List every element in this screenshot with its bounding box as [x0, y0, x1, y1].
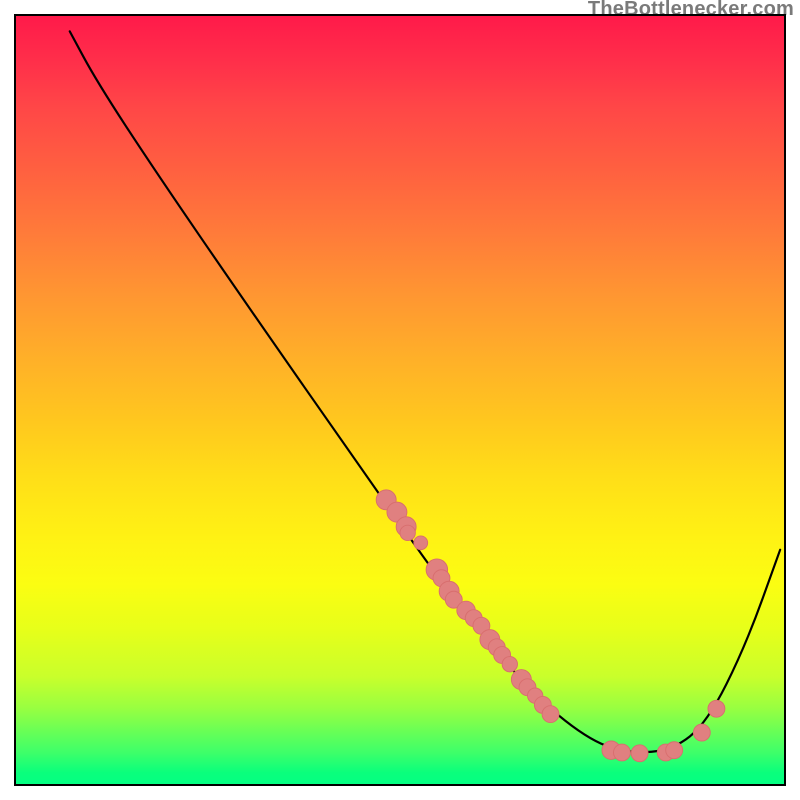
scatter-point: [666, 742, 683, 759]
chart-svg: [16, 16, 784, 784]
bottleneck-curve: [70, 31, 780, 752]
scatter-point: [693, 724, 710, 741]
scatter-point: [542, 706, 559, 723]
scatter-point: [502, 657, 517, 672]
plot-area: [14, 14, 786, 786]
scatter-points: [376, 490, 725, 762]
scatter-point: [631, 745, 648, 762]
scatter-point: [400, 525, 415, 540]
chart-wrap: TheBottlenecker.com: [0, 0, 800, 800]
scatter-point: [614, 744, 631, 761]
scatter-point: [414, 536, 428, 550]
scatter-point: [708, 700, 725, 717]
